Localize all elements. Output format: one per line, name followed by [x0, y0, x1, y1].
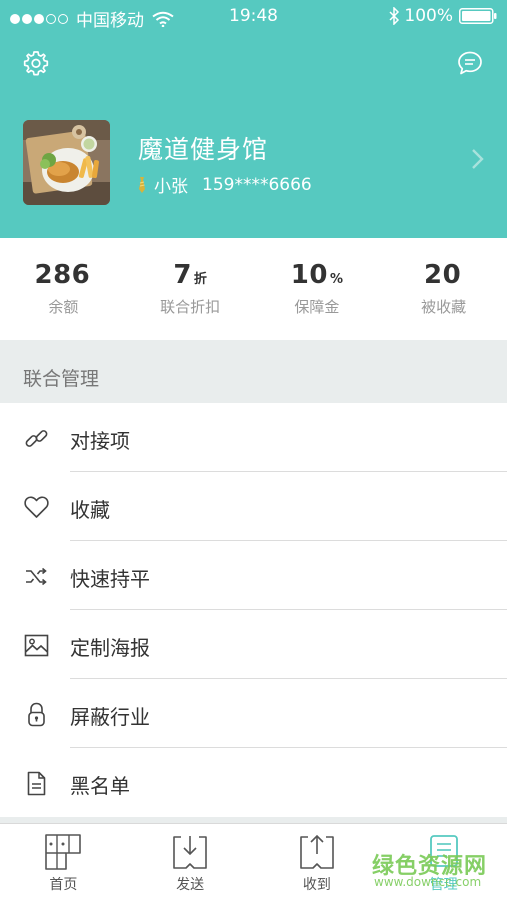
- document-icon: [27, 771, 46, 796]
- menu-label: 屏蔽行业: [70, 705, 150, 729]
- food-photo-image: [23, 120, 110, 205]
- tie-icon: [139, 176, 145, 193]
- stat-favorited[interactable]: 20 被收藏: [380, 238, 507, 340]
- menu-list: 对接项 收藏 快速持平 定制海报 屏蔽行业 黑名单: [0, 403, 507, 817]
- settings-gear-icon[interactable]: [23, 50, 49, 76]
- stat-value: 7: [173, 260, 192, 290]
- menu-item-blacklist[interactable]: 黑名单: [0, 748, 507, 817]
- stat-discount[interactable]: 7折 联合折扣: [127, 238, 254, 340]
- shuffle-icon: [26, 567, 47, 586]
- tab-send[interactable]: 发送: [127, 824, 254, 900]
- link-icon: [25, 430, 48, 447]
- receive-upload-icon: [300, 834, 334, 869]
- tab-label: 首页: [49, 877, 78, 893]
- menu-label: 快速持平: [70, 567, 150, 591]
- menu-label: 对接项: [70, 429, 130, 453]
- stat-label: 被收藏: [421, 298, 467, 316]
- menu-item-docking[interactable]: 对接项: [0, 403, 507, 472]
- message-bubble-icon[interactable]: [457, 50, 483, 76]
- gym-name[interactable]: 魔道健身馆: [138, 130, 268, 166]
- section-title: 联合管理: [23, 368, 100, 390]
- status-bar: 中国移动 19:48 100%: [0, 0, 507, 34]
- menu-label: 定制海报: [70, 636, 150, 660]
- menu-item-block-industry[interactable]: 屏蔽行业: [0, 679, 507, 748]
- bluetooth-icon: [389, 7, 400, 25]
- stat-deposit[interactable]: 10% 保障金: [254, 238, 381, 340]
- battery-icon: [459, 8, 497, 24]
- menu-item-favorites[interactable]: 收藏: [0, 472, 507, 541]
- menu-label: 黑名单: [70, 774, 130, 798]
- user-name: 小张: [154, 177, 188, 197]
- menu-label: 收藏: [70, 498, 110, 522]
- stat-label: 保障金: [294, 298, 340, 316]
- tab-received[interactable]: 收到: [254, 824, 381, 900]
- tab-home[interactable]: 首页: [0, 824, 127, 900]
- stat-unit: %: [329, 272, 343, 287]
- status-right: 100%: [388, 6, 497, 26]
- tab-label: 发送: [176, 877, 205, 893]
- stat-unit: 折: [193, 272, 207, 287]
- stat-label: 余额: [48, 298, 79, 316]
- stat-value: 286: [34, 260, 91, 290]
- section-header: 联合管理: [0, 340, 507, 403]
- profile-header: 中国移动 19:48 100% 魔道健身馆 小张 159****6666: [0, 0, 507, 238]
- send-download-icon: [173, 836, 207, 869]
- tab-label: 收到: [302, 877, 331, 893]
- image-icon: [24, 634, 49, 657]
- watermark-url: www.downcc.com: [374, 875, 482, 889]
- stat-value: 10: [290, 260, 328, 290]
- menu-item-custom-poster[interactable]: 定制海报: [0, 610, 507, 679]
- home-grid-icon: [45, 834, 82, 870]
- user-info-row: 小张 159****6666: [136, 172, 312, 197]
- chevron-right-icon[interactable]: [471, 148, 485, 170]
- stat-balance[interactable]: 286 余额: [0, 238, 127, 340]
- stat-value: 20: [424, 260, 462, 290]
- battery-percent: 100%: [404, 6, 453, 26]
- stats-bar: 286 余额 7折 联合折扣 10% 保障金 20 被收藏: [0, 238, 507, 340]
- watermark: 绿色资源网 www.downcc.com: [372, 848, 502, 892]
- stat-label: 联合折扣: [160, 298, 221, 316]
- user-phone: 159****6666: [202, 174, 312, 195]
- heart-icon: [24, 496, 49, 518]
- lock-icon: [28, 702, 45, 727]
- gym-avatar[interactable]: [23, 120, 110, 205]
- menu-item-quick-balance[interactable]: 快速持平: [0, 541, 507, 610]
